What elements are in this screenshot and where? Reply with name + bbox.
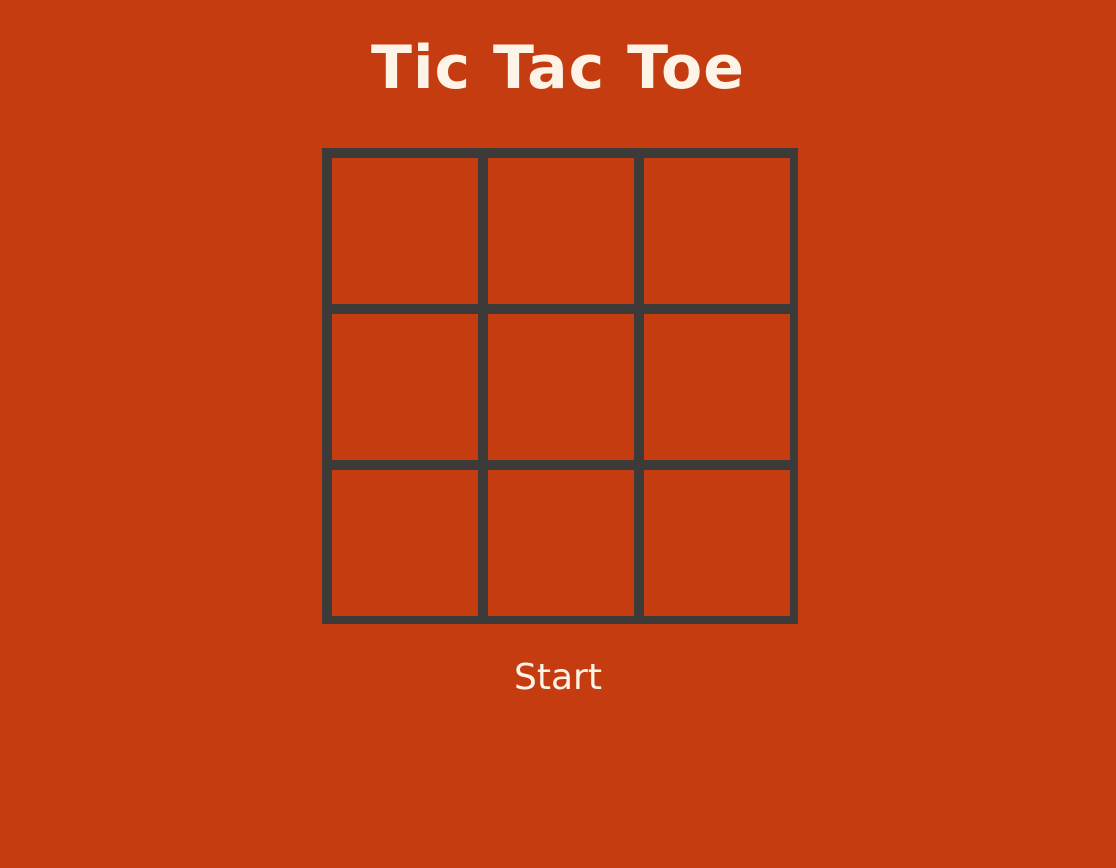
game-title: Tic Tac Toe bbox=[371, 33, 745, 103]
board-cell-r1-c3[interactable] bbox=[644, 158, 790, 304]
board-cell-r3-c3[interactable] bbox=[644, 470, 790, 616]
board-cell-r3-c1[interactable] bbox=[332, 470, 478, 616]
board-cell-r3-c2[interactable] bbox=[488, 470, 634, 616]
board-cell-r2-c2[interactable] bbox=[488, 314, 634, 460]
board-cell-r2-c3[interactable] bbox=[644, 314, 790, 460]
start-button[interactable]: Start bbox=[458, 652, 658, 704]
board-cell-r1-c1[interactable] bbox=[332, 158, 478, 304]
board-cell-r2-c1[interactable] bbox=[332, 314, 478, 460]
board-cell-r1-c2[interactable] bbox=[488, 158, 634, 304]
game-board bbox=[322, 148, 798, 624]
